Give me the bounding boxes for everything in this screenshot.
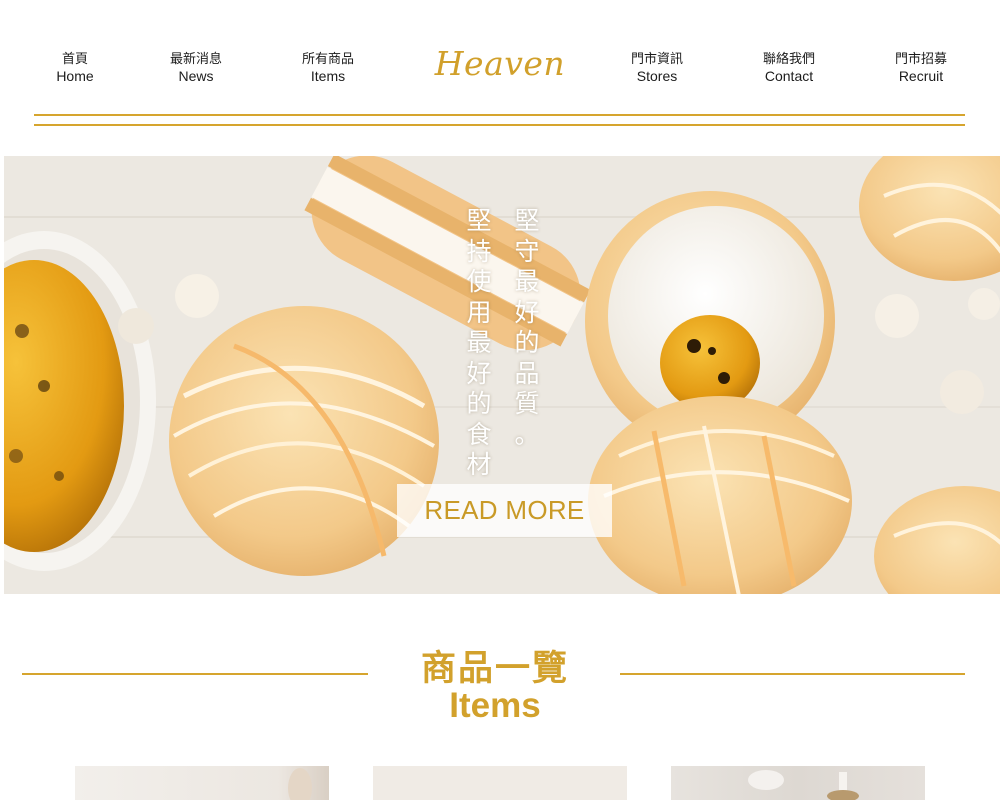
nav-label-en: Items bbox=[310, 68, 346, 84]
product-image bbox=[288, 768, 312, 800]
slogan-char: 的 bbox=[466, 389, 492, 418]
nav-item-news[interactable]: 最新消息 News bbox=[141, 52, 251, 85]
section-title-zh: 商品一覽 bbox=[420, 649, 569, 689]
slogan-char: 好 bbox=[466, 358, 492, 388]
slogan-char: 。 bbox=[514, 419, 540, 449]
nav-item-items[interactable]: 所有商品 Items bbox=[273, 52, 383, 85]
slogan-char: 守 bbox=[514, 236, 540, 266]
slogan-char: 持 bbox=[466, 236, 492, 266]
slogan-char: 食 bbox=[466, 419, 492, 449]
section-divider-right bbox=[620, 673, 965, 675]
product-thumbnail[interactable] bbox=[671, 766, 925, 800]
nav-label-zh: 最新消息 bbox=[169, 52, 222, 67]
nav-label-en: Recruit bbox=[898, 68, 944, 84]
nav-label-zh: 聯絡我們 bbox=[762, 52, 815, 67]
site-header: 首頁 Home 最新消息 News 所有商品 Items Heaven 門市資訊… bbox=[0, 0, 1000, 130]
nav-label-zh: 門市資訊 bbox=[630, 52, 683, 67]
site-logo[interactable]: Heaven bbox=[430, 44, 570, 83]
nav-label-zh: 所有商品 bbox=[301, 52, 354, 67]
nav-label-en: Home bbox=[56, 68, 94, 84]
nav-label-zh: 首頁 bbox=[61, 52, 88, 67]
slogan-char: 材 bbox=[466, 450, 492, 479]
hero-slogan-line-1: 堅 守 最 好 的 品 質 。 bbox=[512, 206, 542, 450]
slogan-char: 品 bbox=[514, 358, 540, 388]
product-image bbox=[373, 766, 627, 800]
nav-item-home[interactable]: 首頁 Home bbox=[20, 52, 130, 85]
slogan-char: 用 bbox=[466, 297, 492, 327]
slogan-char: 的 bbox=[514, 328, 540, 357]
nav-item-contact[interactable]: 聯絡我們 Contact bbox=[734, 52, 844, 85]
nav-item-recruit[interactable]: 門市招募 Recruit bbox=[866, 52, 976, 85]
nav-item-stores[interactable]: 門市資訊 Stores bbox=[602, 52, 712, 85]
nav-label-en: News bbox=[178, 68, 214, 84]
product-image bbox=[748, 770, 859, 800]
section-title-en: Items bbox=[449, 686, 541, 725]
nav-label-en: Stores bbox=[636, 68, 678, 84]
read-more-button[interactable]: READ MORE bbox=[397, 484, 612, 537]
product-thumbnail[interactable] bbox=[75, 766, 329, 800]
nav-label-zh: 門市招募 bbox=[894, 52, 947, 67]
header-divider-bottom bbox=[34, 124, 965, 126]
slogan-char: 最 bbox=[466, 328, 492, 357]
slogan-char: 堅 bbox=[514, 206, 540, 235]
slogan-char: 最 bbox=[514, 267, 540, 296]
header-divider-top bbox=[34, 114, 965, 116]
slogan-char: 使 bbox=[466, 267, 492, 296]
slogan-char: 質 bbox=[514, 389, 540, 418]
product-thumbnail[interactable] bbox=[373, 766, 627, 800]
slogan-char: 堅 bbox=[466, 206, 492, 235]
hero-banner: 堅 守 最 好 的 品 質 。 堅 持 使 用 最 好 的 食 材 READ M… bbox=[4, 156, 1000, 594]
section-divider-left bbox=[22, 673, 368, 675]
slogan-char: 好 bbox=[514, 297, 540, 327]
hero-slogan-line-2: 堅 持 使 用 最 好 的 食 材 bbox=[464, 206, 494, 481]
nav-label-en: Contact bbox=[764, 68, 814, 84]
